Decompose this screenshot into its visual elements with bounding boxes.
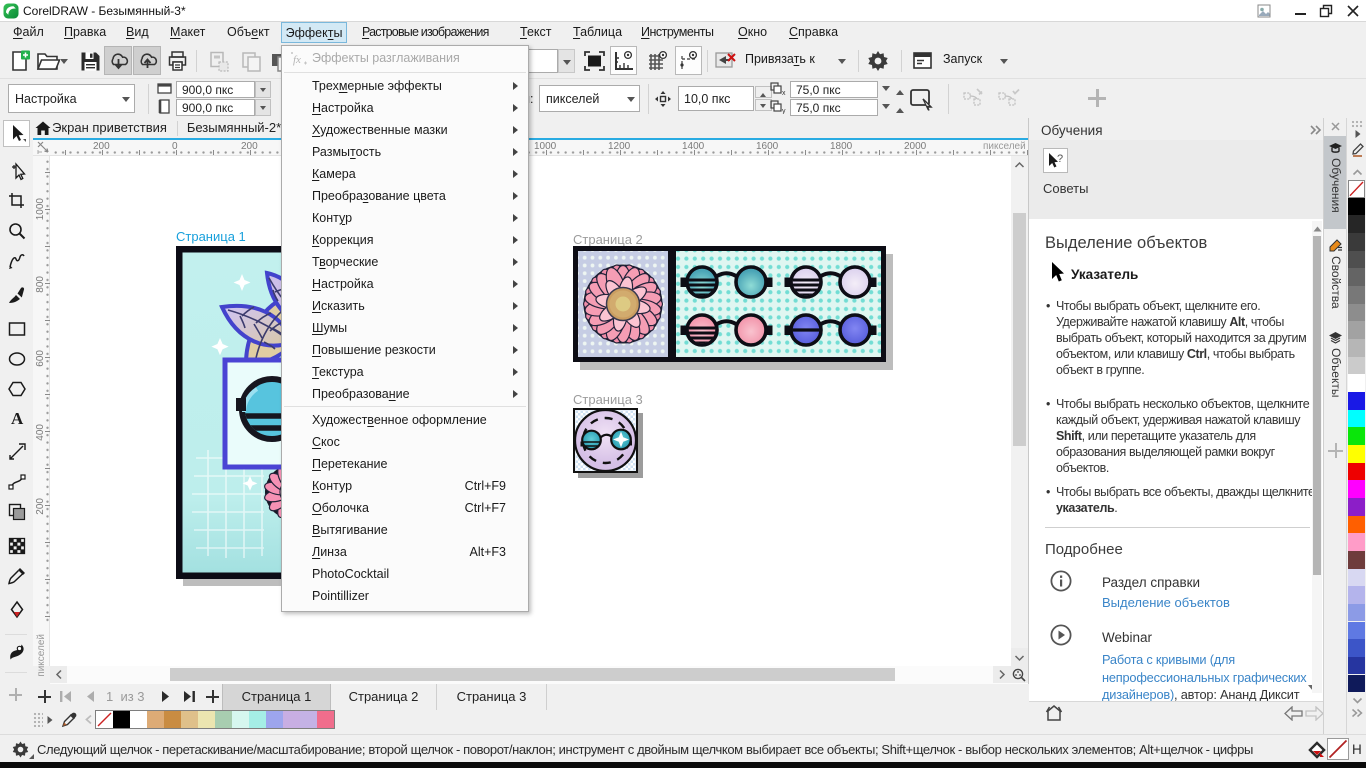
svg-text:fx: fx [293, 54, 301, 66]
svg-text:?: ? [1057, 153, 1063, 165]
svg-text:y: y [782, 108, 786, 114]
svg-text:A: A [11, 409, 24, 428]
svg-text:x: x [782, 90, 786, 96]
